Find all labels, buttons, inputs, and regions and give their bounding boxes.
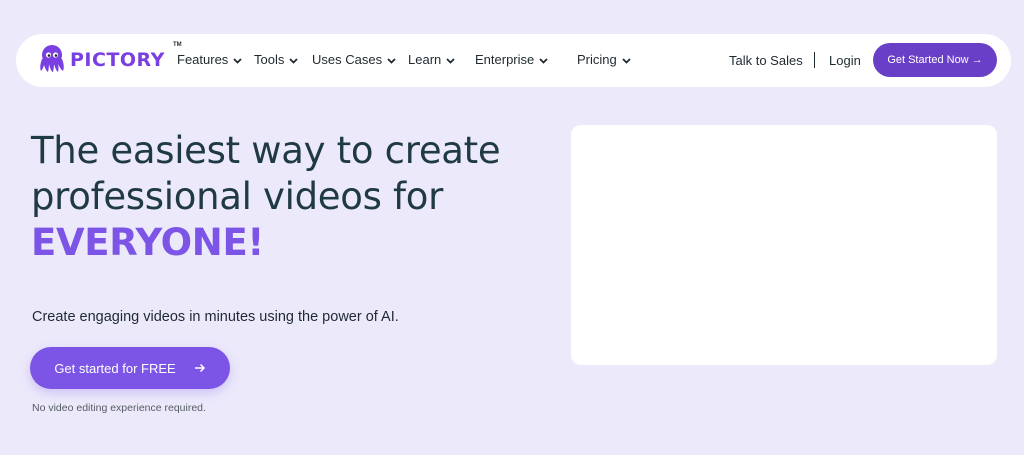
nav-enterprise[interactable]: Enterprise bbox=[475, 52, 548, 67]
nav-tools[interactable]: Tools bbox=[254, 52, 298, 67]
chevron-down-icon bbox=[539, 57, 548, 64]
hero-subtext: Create engaging videos in minutes using … bbox=[32, 309, 399, 325]
chevron-down-icon bbox=[289, 57, 298, 64]
chevron-down-icon bbox=[622, 57, 631, 64]
get-started-now-button[interactable]: Get Started Now → bbox=[873, 43, 997, 77]
nav-divider bbox=[814, 52, 815, 68]
hero-media-panel bbox=[571, 125, 997, 365]
octopus-icon bbox=[36, 43, 68, 75]
headline-line-1: The easiest way to create bbox=[31, 129, 501, 172]
hero-note: No video editing experience required. bbox=[32, 402, 206, 414]
nav-learn[interactable]: Learn bbox=[408, 52, 455, 67]
brand-logo[interactable]: PICTORY TM bbox=[36, 42, 182, 75]
nav-use-cases[interactable]: Uses Cases bbox=[312, 52, 396, 67]
trademark-mark: TM bbox=[173, 42, 182, 48]
headline-line-2: professional videos for bbox=[31, 175, 444, 218]
nav-features-label: Features bbox=[177, 52, 229, 67]
nav-pricing[interactable]: Pricing bbox=[577, 52, 631, 67]
get-started-free-label: Get started for FREE bbox=[54, 360, 176, 376]
hero-headline: The easiest way to create professional v… bbox=[31, 128, 501, 266]
nav-enterprise-label: Enterprise bbox=[475, 52, 535, 67]
chevron-down-icon bbox=[387, 57, 396, 64]
brand-name: PICTORY bbox=[70, 49, 165, 71]
arrow-right-icon bbox=[194, 360, 206, 376]
nav-tools-label: Tools bbox=[254, 52, 285, 67]
nav-use-cases-label: Uses Cases bbox=[312, 52, 383, 67]
chevron-down-icon bbox=[233, 57, 242, 64]
nav-features[interactable]: Features bbox=[177, 52, 242, 67]
nav-learn-label: Learn bbox=[408, 52, 442, 67]
headline-accent: EVERYONE! bbox=[31, 221, 264, 264]
get-started-free-button[interactable]: Get started for FREE bbox=[30, 347, 230, 389]
talk-to-sales-link[interactable]: Talk to Sales bbox=[729, 53, 803, 68]
nav-pricing-label: Pricing bbox=[577, 52, 617, 67]
top-navbar: PICTORY TM Features Tools Uses Cases Lea… bbox=[16, 34, 1011, 87]
chevron-down-icon bbox=[446, 57, 455, 64]
login-link[interactable]: Login bbox=[829, 53, 861, 68]
